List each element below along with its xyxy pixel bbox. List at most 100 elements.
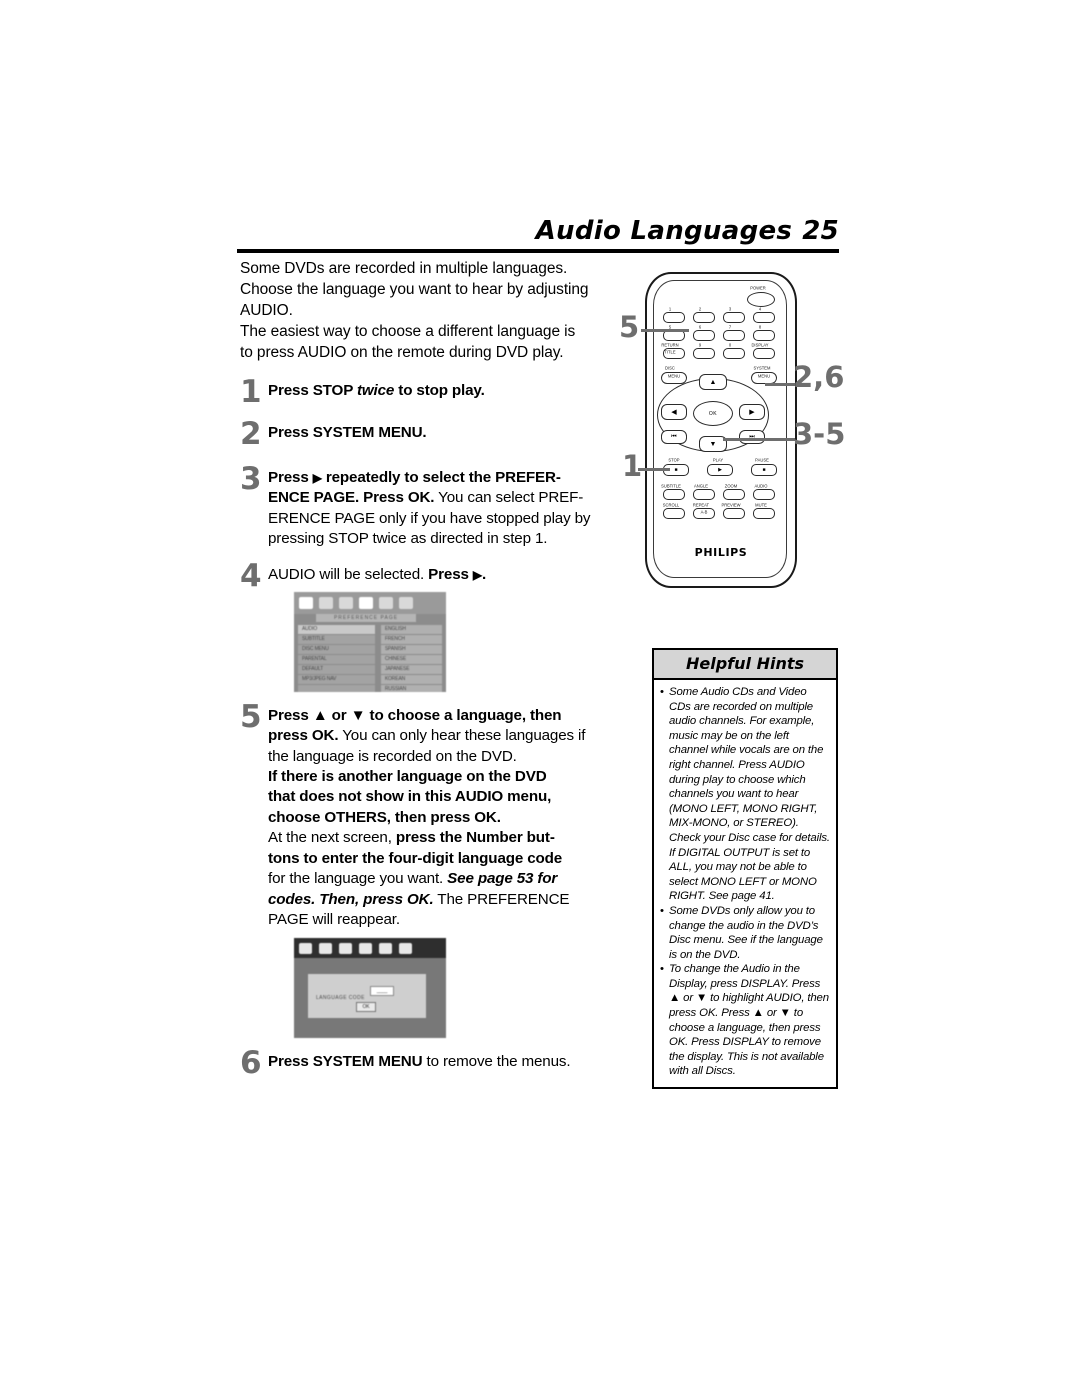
num-7-button[interactable] xyxy=(723,330,745,341)
step-4: 4 AUDIO will be selected. Press ▶. PREFE… xyxy=(240,561,625,692)
osd-row: RUSSIAN xyxy=(298,684,442,692)
num-7-label: 7 xyxy=(728,324,732,330)
callout-3-5-leader-line xyxy=(723,438,795,441)
previous-track-button[interactable]: ⏮ xyxy=(661,430,687,444)
hint-item: • To change the Audio in the Display, pr… xyxy=(660,962,830,1079)
nav-left-button[interactable]: ◀ xyxy=(661,404,687,420)
display-label: DISPLAY xyxy=(751,342,769,348)
scroll-button[interactable] xyxy=(663,508,685,519)
ok-button[interactable]: OK xyxy=(693,401,733,426)
audio-button[interactable] xyxy=(753,489,775,500)
num-1-button[interactable] xyxy=(663,312,685,323)
hint-item: • Some Audio CDs and Video CDs are recor… xyxy=(660,685,830,904)
bullet-icon: • xyxy=(660,904,664,917)
callout-5-leader-line xyxy=(641,329,689,332)
intro-line-5: to press AUDIO on the remote during DVD … xyxy=(240,344,564,361)
hint-item: • Some DVDs only allow you to change the… xyxy=(660,904,830,962)
tv-screenshot-language-code: LANGUAGE CODE ____ OK xyxy=(294,938,446,1039)
callout-1-leader-line xyxy=(638,468,670,471)
remote-control-illustration: POWER 1 2 3 4 5 6 7 8 RETURN TITLE 9 0 D… xyxy=(645,272,805,592)
num-3-button[interactable] xyxy=(723,312,745,323)
language-code-input[interactable]: ____ xyxy=(370,986,394,997)
angle-button[interactable] xyxy=(693,489,715,500)
mute-button[interactable] xyxy=(753,508,775,519)
lock-icon xyxy=(379,596,393,609)
callout-1: 1 xyxy=(622,449,643,483)
helpful-hints-box: Helpful Hints • Some Audio CDs and Video… xyxy=(652,648,838,1090)
play-label: PLAY xyxy=(712,457,724,463)
step-3-number: 3 xyxy=(240,460,262,497)
intro-line-2: Choose the language you want to hear by … xyxy=(240,281,589,298)
num-6-label: 6 xyxy=(698,324,702,330)
navigation-pad: ▲ ▼ ◀ ▶ OK ⏮ ⏭ xyxy=(657,374,769,456)
subtitle-button[interactable] xyxy=(663,489,685,500)
osd-row: PARENTAL CHINESE xyxy=(298,654,442,664)
disc-menu-top-label: DISC xyxy=(665,365,675,371)
num-4-button[interactable] xyxy=(753,312,775,323)
osd-row: MP3/JPEG NAV KOREAN xyxy=(298,674,442,684)
osd-row-value: CHINESE xyxy=(380,654,442,664)
hint-text: To change the Audio in the Display, pres… xyxy=(669,963,829,1078)
step-5-number: 5 xyxy=(240,698,262,735)
nav-right-button[interactable]: ▶ xyxy=(739,404,765,420)
language-code-ok-button[interactable]: OK xyxy=(356,1002,376,1013)
step-2-number: 2 xyxy=(240,416,262,453)
angle-label: ANGLE xyxy=(694,483,708,489)
helpful-hints-title: Helpful Hints xyxy=(654,650,836,680)
osd-icon-bar xyxy=(294,591,446,614)
return-label: RETURN xyxy=(661,342,679,348)
nav-up-button[interactable]: ▲ xyxy=(699,374,727,390)
repeat-label: REPEAT xyxy=(692,502,710,508)
osd-row-value: KOREAN xyxy=(380,674,442,684)
osd-row-value: SPANISH xyxy=(380,644,442,654)
step-6: 6 Press SYSTEM MENU to remove the menus. xyxy=(240,1048,625,1079)
num-8-button[interactable] xyxy=(753,330,775,341)
osd-row-value: JAPANESE xyxy=(380,664,442,674)
power-button[interactable] xyxy=(747,292,775,307)
step-1-number: 1 xyxy=(240,374,262,410)
num-9-button[interactable] xyxy=(693,348,715,359)
system-menu-top-label: SYSTEM xyxy=(753,365,771,371)
play-button[interactable]: ▶ xyxy=(707,464,733,476)
tv-icon xyxy=(299,596,313,609)
osd-row-label: SUBTITLE xyxy=(298,634,375,644)
step-5: 5 Press ▲ or ▼ to choose a language, the… xyxy=(240,701,625,1039)
intro-line-3: AUDIO. xyxy=(240,302,293,319)
zoom-label: ZOOM xyxy=(724,483,738,489)
step-5-text: Press ▲ or ▼ to choose a language, then p… xyxy=(268,706,586,928)
num-2-label: 2 xyxy=(698,306,702,312)
power-label: POWER xyxy=(750,285,766,291)
zoom-button[interactable] xyxy=(723,489,745,500)
osd-row-label: DEFAULT xyxy=(298,664,375,674)
intro-line-4: The easiest way to choose a different la… xyxy=(240,323,576,340)
osd-menu-rows: AUDIO ENGLISH SUBTITLE FRENCH DISC MENU … xyxy=(298,624,442,692)
preview-button[interactable] xyxy=(723,508,745,519)
num-8-label: 8 xyxy=(758,324,762,330)
brand-logo: PHILIPS xyxy=(694,546,748,559)
num-2-button[interactable] xyxy=(693,312,715,323)
osd-row: AUDIO ENGLISH xyxy=(298,624,442,634)
callout-2-6: 2,6 xyxy=(793,360,845,394)
osd-row-value: ENGLISH xyxy=(380,624,442,634)
num-6-button[interactable] xyxy=(693,330,715,341)
num-1-label: 1 xyxy=(668,306,672,312)
step-6-text: Press SYSTEM MENU to remove the menus. xyxy=(268,1053,571,1071)
page-number: 25 xyxy=(802,216,839,246)
step-1: 1 Press STOP twice to stop play. xyxy=(240,377,625,408)
num-0-button[interactable] xyxy=(723,348,745,359)
bullet-icon: • xyxy=(660,963,664,976)
step-4-text: AUDIO will be selected. Press ▶. xyxy=(268,566,487,584)
remote-body: POWER 1 2 3 4 5 6 7 8 RETURN TITLE 9 0 D… xyxy=(645,272,797,588)
osd-row-value: FRENCH xyxy=(380,634,442,644)
audio-icon xyxy=(319,596,333,609)
preview-label: PREVIEW xyxy=(721,502,741,508)
next-track-button[interactable]: ⏭ xyxy=(739,430,765,444)
osd-row-label xyxy=(298,684,375,692)
step-6-number: 6 xyxy=(240,1045,262,1082)
step-4-number: 4 xyxy=(240,558,262,595)
osd-row-label: DISC MENU xyxy=(298,644,375,654)
tv-screenshot-preference-page: PREFERENCE PAGE AUDIO ENGLISH SUBTITLE F… xyxy=(294,591,446,692)
pause-button[interactable]: ■ xyxy=(751,464,777,476)
step-1-text: Press STOP twice to stop play. xyxy=(268,382,485,399)
display-button[interactable] xyxy=(753,348,775,359)
